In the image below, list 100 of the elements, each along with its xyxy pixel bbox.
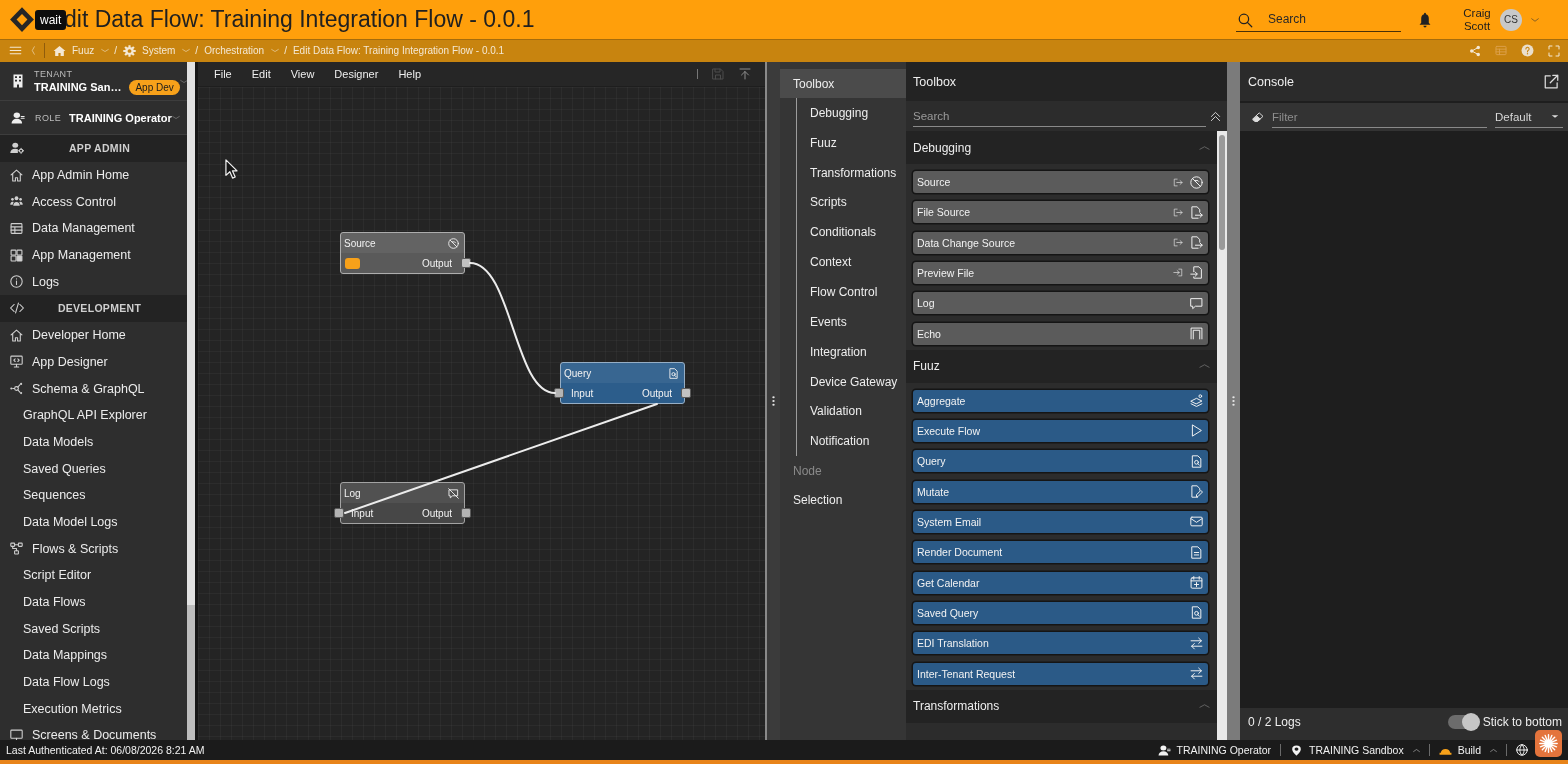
panel-title: Console xyxy=(1248,74,1294,89)
port-handle[interactable] xyxy=(681,388,691,398)
globe-icon[interactable] xyxy=(1516,744,1528,756)
menu-item[interactable]: Designer xyxy=(324,68,389,80)
status-item[interactable]: TRAINING Operator xyxy=(1157,744,1272,756)
nav-item[interactable]: Schema & GraphQL xyxy=(0,375,187,402)
status-item[interactable]: Build xyxy=(1438,744,1497,756)
nav-item[interactable]: Data Flows xyxy=(0,588,187,616)
share-icon[interactable] xyxy=(1469,44,1481,57)
eraser-icon[interactable] xyxy=(1252,111,1264,123)
filter-field[interactable]: Filter xyxy=(1272,106,1487,128)
user-avatar[interactable]: CS xyxy=(1500,8,1522,31)
nav-item[interactable]: Logs xyxy=(0,268,187,296)
toolbox-item[interactable]: Saved Query xyxy=(913,601,1208,624)
toggle-switch[interactable] xyxy=(1447,715,1478,729)
toolbox-item[interactable]: Preview File xyxy=(913,262,1208,284)
grip-icon[interactable] xyxy=(1232,396,1235,406)
toolbox-item[interactable]: Mutate xyxy=(913,480,1208,503)
nav-item[interactable]: App Designer xyxy=(0,348,187,376)
chevron-down-icon[interactable] xyxy=(1531,16,1539,23)
section-header[interactable]: Debugging xyxy=(906,131,1217,164)
tenant-name: TRAINING San… xyxy=(34,81,122,94)
toolbox-item[interactable]: Execute Flow xyxy=(913,419,1208,442)
menu-item[interactable]: Edit xyxy=(241,68,281,80)
menu-item[interactable]: View xyxy=(280,68,325,80)
nav-item[interactable]: Data Mappings xyxy=(0,642,187,669)
toolbox-item[interactable]: System Email xyxy=(913,510,1208,533)
nav-item[interactable]: Flows & Scripts xyxy=(0,535,187,562)
splitter-handle[interactable] xyxy=(765,62,780,740)
level-select[interactable]: Default xyxy=(1495,106,1563,128)
nav-link[interactable]: Toolbox xyxy=(780,69,906,98)
port-handle[interactable] xyxy=(334,508,344,518)
nav-link[interactable]: Context xyxy=(797,247,906,278)
menu-item[interactable]: File xyxy=(204,68,242,80)
menu-item[interactable]: Help xyxy=(388,68,431,80)
splitter-handle[interactable] xyxy=(1227,62,1240,740)
help-icon[interactable] xyxy=(1521,44,1534,57)
toolbox-item[interactable]: File Source xyxy=(913,201,1208,224)
scrollbar-track[interactable] xyxy=(187,62,195,740)
grip-icon[interactable] xyxy=(772,396,775,406)
external-link-icon[interactable] xyxy=(1544,74,1559,89)
trigger-button[interactable] xyxy=(345,257,360,269)
swap-arrows-icon xyxy=(1190,667,1203,681)
nav-item[interactable]: Data Management xyxy=(0,215,187,242)
nav-item[interactable]: GraphQL API Explorer xyxy=(0,401,187,429)
toolbox-item[interactable]: Data Change Source xyxy=(913,231,1208,254)
nav-item[interactable]: Access Control xyxy=(0,188,187,216)
nav-item[interactable]: Saved Scripts xyxy=(0,615,187,643)
toolbox-item[interactable]: EDI Translation xyxy=(913,632,1208,655)
port-handle[interactable] xyxy=(461,258,471,268)
scrollbar-thumb[interactable] xyxy=(187,62,195,605)
tenant-selector[interactable]: TENANT TRAINING San… App Dev xyxy=(0,62,187,101)
nav-item[interactable]: App Management xyxy=(0,241,187,269)
nav-item[interactable]: Data Flow Logs xyxy=(0,668,187,696)
nav-link[interactable]: Notification xyxy=(797,426,906,457)
upload-icon[interactable] xyxy=(739,68,751,80)
toolbox-item[interactable]: Echo xyxy=(913,322,1208,345)
nav-item[interactable]: Screens & Documents xyxy=(0,722,187,740)
nav-link[interactable]: Flow Control xyxy=(797,277,906,307)
double-chevron-up-icon[interactable] xyxy=(1210,110,1221,122)
scrollbar-track[interactable] xyxy=(1217,131,1227,740)
toolbox-item[interactable]: Inter-Tenant Request xyxy=(913,662,1208,685)
fullscreen-icon[interactable] xyxy=(1548,44,1560,57)
toolbox-item[interactable]: Get Calendar xyxy=(913,571,1208,594)
nav-item[interactable]: Script Editor xyxy=(0,562,187,589)
mouse-pointer-icon xyxy=(225,159,238,179)
nav-item[interactable]: Data Model Logs xyxy=(0,508,187,536)
nav-link[interactable]: Scripts xyxy=(797,187,906,218)
toolbox-item[interactable]: Source xyxy=(913,171,1208,193)
logo-icon[interactable] xyxy=(9,6,35,33)
nav-link[interactable]: Device Gateway xyxy=(797,366,906,397)
nav-link[interactable]: Fuuz xyxy=(797,127,906,158)
bell-icon[interactable] xyxy=(1418,11,1432,28)
nav-item[interactable]: Sequences xyxy=(0,481,187,509)
section-header[interactable]: Transformations xyxy=(906,689,1217,723)
nav-item[interactable]: Developer Home xyxy=(0,321,187,349)
nav-item[interactable]: Saved Queries xyxy=(0,455,187,482)
nav-item[interactable]: Execution Metrics xyxy=(0,695,187,723)
nav-item[interactable]: App Admin Home xyxy=(0,161,187,189)
nav-link[interactable]: Conditionals xyxy=(797,217,906,248)
nav-link[interactable]: Selection xyxy=(780,485,906,515)
nav-link[interactable]: Validation xyxy=(797,396,906,427)
nav-link[interactable]: Transformations xyxy=(797,157,906,188)
port-handle[interactable] xyxy=(554,388,564,398)
search-field[interactable]: Search xyxy=(1236,7,1401,32)
section-header[interactable]: Fuuz xyxy=(906,349,1217,383)
search-field[interactable]: Search xyxy=(913,105,1206,127)
nav-link[interactable]: Events xyxy=(797,306,906,337)
menu-icon[interactable] xyxy=(9,45,22,56)
status-item[interactable]: TRAINING Sandbox xyxy=(1290,744,1420,756)
nav-item[interactable]: Data Models xyxy=(0,428,187,456)
nav-link[interactable]: Debugging xyxy=(797,98,906,128)
scrollbar-thumb[interactable] xyxy=(1219,135,1225,250)
nav-link[interactable]: Integration xyxy=(797,336,906,367)
floating-action-button[interactable] xyxy=(1535,730,1562,757)
toolbox-item[interactable]: Aggregate xyxy=(913,389,1208,412)
port-handle[interactable] xyxy=(461,508,471,518)
toolbox-item[interactable]: Render Document xyxy=(913,541,1208,564)
toolbox-item[interactable]: Log xyxy=(913,292,1208,315)
toolbox-item[interactable]: Query xyxy=(913,450,1208,473)
